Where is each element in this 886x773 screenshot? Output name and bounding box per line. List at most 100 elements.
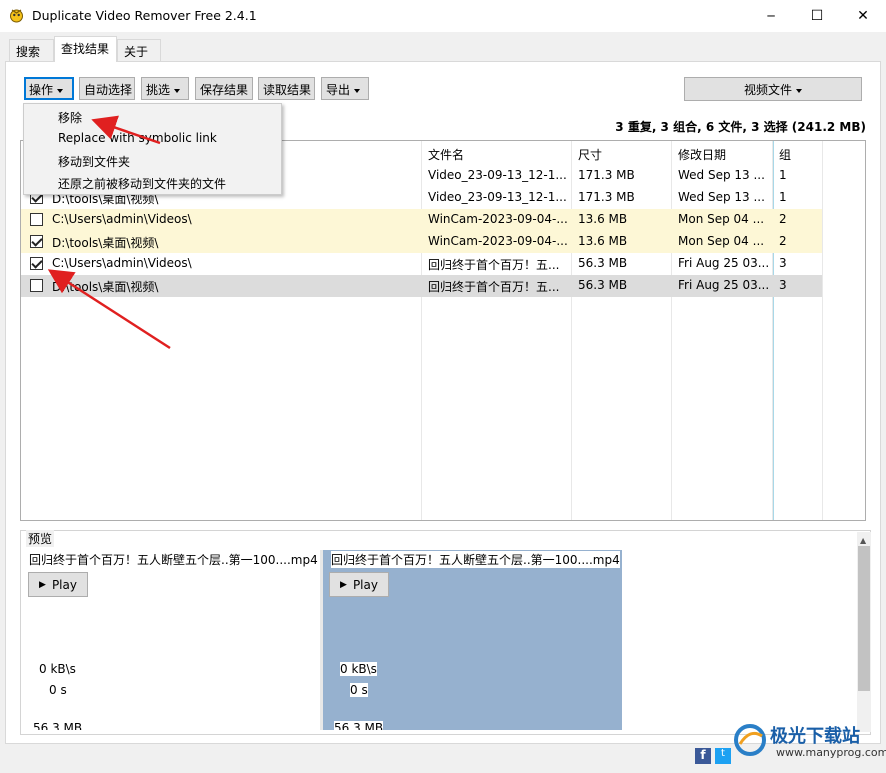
date-cell: Fri Aug 25 03... bbox=[678, 278, 770, 292]
scroll-thumb[interactable] bbox=[858, 546, 870, 691]
transfer-rate: 0 kB\s bbox=[39, 662, 76, 676]
play-label: Play bbox=[352, 577, 378, 592]
brand-name: 极光下载站 bbox=[770, 726, 860, 747]
group-cell: 2 bbox=[779, 234, 787, 248]
preview-label: 预览 bbox=[26, 530, 55, 547]
maximize-button[interactable]: ☐ bbox=[794, 0, 840, 32]
export-button[interactable]: 导出 bbox=[321, 77, 369, 100]
chevron-down-icon bbox=[174, 88, 181, 93]
filter-label: 挑选 bbox=[146, 83, 171, 97]
facebook-icon[interactable]: f bbox=[695, 748, 711, 764]
twitter-icon[interactable]: t bbox=[715, 748, 731, 764]
operate-dropdown-menu: 移除 Replace with symbolic link 移动到文件夹 还原之… bbox=[23, 103, 282, 195]
play-icon: ▶ bbox=[39, 579, 46, 590]
table-row[interactable]: C:\Users\admin\Videos\ WinCam-2023-09-04… bbox=[21, 209, 822, 231]
results-table: 文件名 尺寸 修改日期 组 Video_23-09-13_12-1... 171… bbox=[20, 140, 866, 521]
filename-cell: Video_23-09-13_12-1... bbox=[428, 168, 567, 182]
column-header-filename[interactable]: 文件名 bbox=[428, 146, 464, 163]
save-results-label: 保存结果 bbox=[200, 83, 249, 97]
tab-label: 搜索 bbox=[16, 45, 41, 59]
tab-label: 查找结果 bbox=[61, 42, 110, 56]
file-size: 56.3 MB bbox=[334, 721, 384, 730]
transfer-rate: 0 kB\s bbox=[340, 662, 377, 676]
video-files-label: 视频文件 bbox=[743, 83, 792, 97]
export-label: 导出 bbox=[326, 83, 351, 97]
scroll-up-icon[interactable]: ▲ bbox=[860, 536, 866, 545]
chevron-down-icon bbox=[354, 88, 361, 93]
window-title: Duplicate Video Remover Free 2.4.1 bbox=[32, 8, 257, 23]
size-cell: 13.6 MB bbox=[578, 234, 628, 248]
size-cell: 171.3 MB bbox=[578, 190, 635, 204]
play-button[interactable]: ▶ Play bbox=[329, 572, 389, 597]
preview-scrollbar[interactable]: ▲ bbox=[857, 532, 871, 732]
group-cell: 3 bbox=[779, 278, 787, 292]
play-button[interactable]: ▶ Play bbox=[28, 572, 88, 597]
path-cell: C:\Users\admin\Videos\ bbox=[52, 212, 192, 226]
minimize-icon: ─ bbox=[767, 9, 775, 23]
filename-cell: WinCam-2023-09-04-... bbox=[428, 212, 568, 226]
brand-logo-icon bbox=[734, 724, 766, 756]
preview-filename: 回归终于首个百万！五人断壁五个层..第一100....mp4 bbox=[331, 551, 620, 568]
filter-button[interactable]: 挑选 bbox=[141, 77, 189, 100]
tab-label: 关于 bbox=[124, 45, 149, 59]
save-results-button[interactable]: 保存结果 bbox=[195, 77, 253, 100]
close-icon: ✕ bbox=[857, 8, 869, 24]
filename-cell: 回归终于首个百万！五... bbox=[428, 258, 560, 272]
size-cell: 13.6 MB bbox=[578, 212, 628, 226]
brand-url: www.manyprog.com bbox=[776, 746, 886, 759]
title-bar: Duplicate Video Remover Free 2.4.1 ─ ☐ ✕ bbox=[0, 0, 886, 32]
maximize-icon: ☐ bbox=[810, 8, 824, 24]
auto-select-label: 自动选择 bbox=[84, 83, 133, 97]
load-results-label: 读取结果 bbox=[263, 83, 312, 97]
size-cell: 56.3 MB bbox=[578, 278, 628, 292]
table-row[interactable]: D:\tools\桌面\视频\ WinCam-2023-09-04-... 13… bbox=[21, 231, 822, 253]
filename-cell: 回归终于首个百万！五... bbox=[428, 280, 560, 294]
minimize-button[interactable]: ─ bbox=[748, 0, 794, 32]
group-cell: 2 bbox=[779, 212, 787, 226]
row-checkbox[interactable] bbox=[30, 235, 43, 248]
tab-results[interactable]: 查找结果 bbox=[54, 36, 117, 62]
size-cell: 56.3 MB bbox=[578, 256, 628, 270]
group-cell: 1 bbox=[779, 168, 787, 182]
preview-pane-right[interactable]: 回归终于首个百万！五人断壁五个层..第一100....mp4 ▶ Play 0 k… bbox=[323, 550, 622, 730]
file-size: 56.3 MB bbox=[33, 721, 83, 730]
table-row-selected[interactable]: D:\tools\桌面\视频\ 回归终于首个百万！五... 56.3 MB Fr… bbox=[21, 275, 822, 297]
tab-search[interactable]: 搜索 bbox=[9, 39, 54, 61]
close-button[interactable]: ✕ bbox=[840, 0, 886, 32]
filename-cell: WinCam-2023-09-04-... bbox=[428, 234, 568, 248]
elapsed-time: 0 s bbox=[350, 683, 368, 697]
date-cell: Fri Aug 25 03... bbox=[678, 256, 770, 270]
size-cell: 171.3 MB bbox=[578, 168, 635, 182]
menu-item-replace-symlink[interactable]: Replace with symbolic link bbox=[24, 128, 281, 150]
row-checkbox[interactable] bbox=[30, 257, 43, 270]
row-checkbox[interactable] bbox=[30, 213, 43, 226]
path-cell: C:\Users\admin\Videos\ bbox=[52, 256, 192, 270]
elapsed-time: 0 s bbox=[49, 683, 67, 697]
preview-filename: 回归终于首个百万！五人断壁五个层..第一100....mp4 bbox=[29, 553, 318, 567]
table-row[interactable]: C:\Users\admin\Videos\ 回归终于首个百万！五... 56.… bbox=[21, 253, 822, 275]
menu-item-move-to-folder[interactable]: 移动到文件夹 bbox=[24, 150, 281, 172]
group-cell: 3 bbox=[779, 256, 787, 270]
date-cell: Wed Sep 13 ... bbox=[678, 190, 765, 204]
row-checkbox[interactable] bbox=[30, 279, 43, 292]
preview-pane-left[interactable]: 回归终于首个百万！五人断壁五个层..第一100....mp4 ▶ Play 0 k… bbox=[24, 550, 320, 730]
path-cell: D:\tools\桌面\视频\ bbox=[52, 280, 159, 294]
play-icon: ▶ bbox=[340, 579, 347, 590]
menu-item-remove[interactable]: 移除 bbox=[24, 106, 281, 128]
date-cell: Mon Sep 04 ... bbox=[678, 212, 765, 226]
column-header-size[interactable]: 尺寸 bbox=[578, 146, 602, 163]
app-icon bbox=[10, 9, 23, 23]
load-results-button[interactable]: 读取结果 bbox=[258, 77, 315, 100]
group-cell: 1 bbox=[779, 190, 787, 204]
play-label: Play bbox=[51, 577, 77, 592]
tab-about[interactable]: 关于 bbox=[117, 39, 161, 61]
menu-item-restore-moved[interactable]: 还原之前被移动到文件夹的文件 bbox=[24, 172, 281, 194]
date-cell: Wed Sep 13 ... bbox=[678, 168, 765, 182]
summary-text: 3 重复, 3 组合, 6 文件, 3 选择 (241.2 MB) bbox=[615, 120, 866, 134]
column-header-group[interactable]: 组 bbox=[779, 146, 791, 163]
chevron-down-icon bbox=[57, 88, 64, 93]
operate-button[interactable]: 操作 bbox=[24, 77, 74, 100]
auto-select-button[interactable]: 自动选择 bbox=[79, 77, 135, 100]
video-files-button[interactable]: 视频文件 bbox=[684, 77, 862, 101]
column-header-date[interactable]: 修改日期 bbox=[678, 146, 726, 163]
